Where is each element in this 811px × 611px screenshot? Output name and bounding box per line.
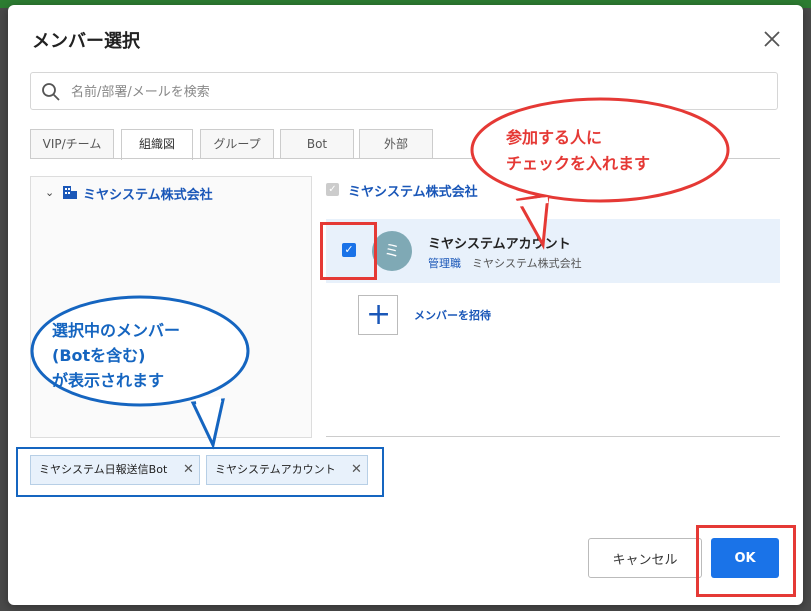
annotation-blue-line1: 選択中のメンバー bbox=[52, 321, 181, 340]
annotation-red-line1: 参加する人に bbox=[506, 128, 603, 147]
member-select-dialog: メンバー選択 VIP/チーム 組織図 グループ Bot 外部 ⌄ ミヤシステム株… bbox=[8, 5, 803, 605]
annotation-red-line2: チェックを入れます bbox=[506, 154, 651, 173]
annotation-blue-line3: が表示されます bbox=[52, 371, 165, 390]
annotation-bubbles bbox=[30, 97, 730, 450]
annotation-blue-line2: (Botを含む) bbox=[52, 346, 146, 365]
